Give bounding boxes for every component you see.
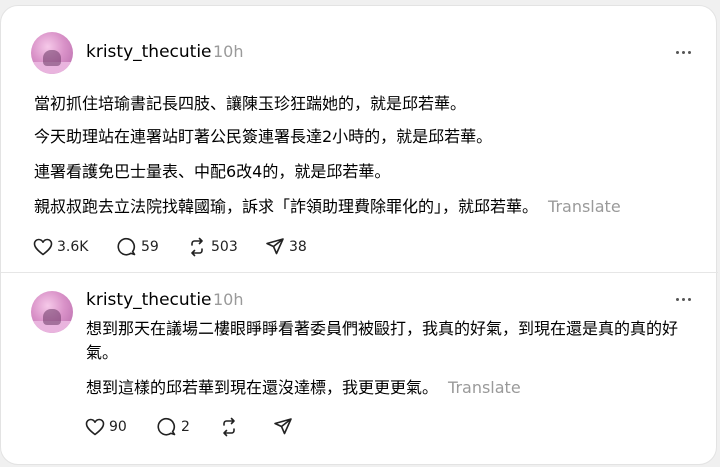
send-icon bbox=[266, 238, 284, 255]
post-text-line: 想到這樣的邱若華到現在還沒達標，我更更更氣。 Translate bbox=[86, 378, 521, 397]
reply-count: 59 bbox=[141, 239, 159, 255]
translate-link[interactable]: Translate bbox=[548, 197, 621, 216]
username[interactable]: kristy_thecutie bbox=[86, 42, 212, 62]
reply-count: 2 bbox=[181, 419, 190, 435]
repost-button[interactable] bbox=[219, 415, 239, 439]
translate-link[interactable]: Translate bbox=[448, 378, 521, 397]
like-button[interactable]: 3.6K bbox=[33, 235, 88, 259]
share-button[interactable]: 38 bbox=[265, 235, 307, 259]
repost-icon bbox=[191, 237, 203, 257]
post-text-line: 想到那天在議場二樓眼睜睜看著委員們被毆打，我真的好氣，到現在還是真的真的好氣。 bbox=[86, 319, 679, 362]
username[interactable]: kristy_thecutie bbox=[86, 290, 212, 310]
heart-icon bbox=[85, 418, 105, 436]
repost-button[interactable]: 503 bbox=[187, 235, 238, 259]
send-icon bbox=[274, 418, 292, 435]
avatar[interactable] bbox=[31, 291, 73, 333]
post-text-line: 親叔叔跑去立法院找韓國瑜，訴求「詐領助理費除罪化的」，就邱若華。 Translat… bbox=[34, 197, 621, 216]
avatar[interactable] bbox=[31, 32, 73, 74]
like-button[interactable]: 90 bbox=[85, 415, 127, 439]
repost-icon bbox=[223, 417, 235, 437]
share-button[interactable] bbox=[273, 415, 293, 439]
post-text-line: 當初抓住培瑜書記長四肢、讓陳玉珍狂踹她的，就是邱若華。 bbox=[34, 94, 467, 113]
repost-count: 503 bbox=[211, 239, 238, 255]
more-options-icon[interactable] bbox=[676, 51, 692, 55]
post-text-line: 今天助理站在連署站盯著公民簽連署長達2小時的，就是邱若華。 bbox=[34, 127, 493, 146]
share-count: 38 bbox=[289, 239, 307, 255]
reply-button[interactable]: 59 bbox=[117, 235, 159, 259]
like-count: 90 bbox=[109, 419, 127, 435]
post: kristy_thecutie 10h 想到那天在議場二樓眼睜睜看著委員們被毆打… bbox=[1, 272, 718, 467]
like-count: 3.6K bbox=[57, 239, 89, 255]
post: kristy_thecutie 10h 當初抓住培瑜書記長四肢、讓陳玉珍狂踹她的… bbox=[1, 6, 718, 272]
post-text-line: 連署看護免巴士量表、中配6改4的，就是邱若華。 bbox=[34, 162, 391, 181]
thread-card: kristy_thecutie 10h 當初抓住培瑜書記長四肢、讓陳玉珍狂踹她的… bbox=[0, 5, 718, 467]
comment-icon bbox=[117, 237, 136, 256]
post-time[interactable]: 10h bbox=[213, 42, 244, 61]
post-time[interactable]: 10h bbox=[213, 290, 244, 309]
more-options-icon[interactable] bbox=[676, 298, 692, 302]
reply-button[interactable]: 2 bbox=[157, 415, 190, 439]
comment-icon bbox=[157, 417, 176, 436]
heart-icon bbox=[33, 238, 53, 256]
